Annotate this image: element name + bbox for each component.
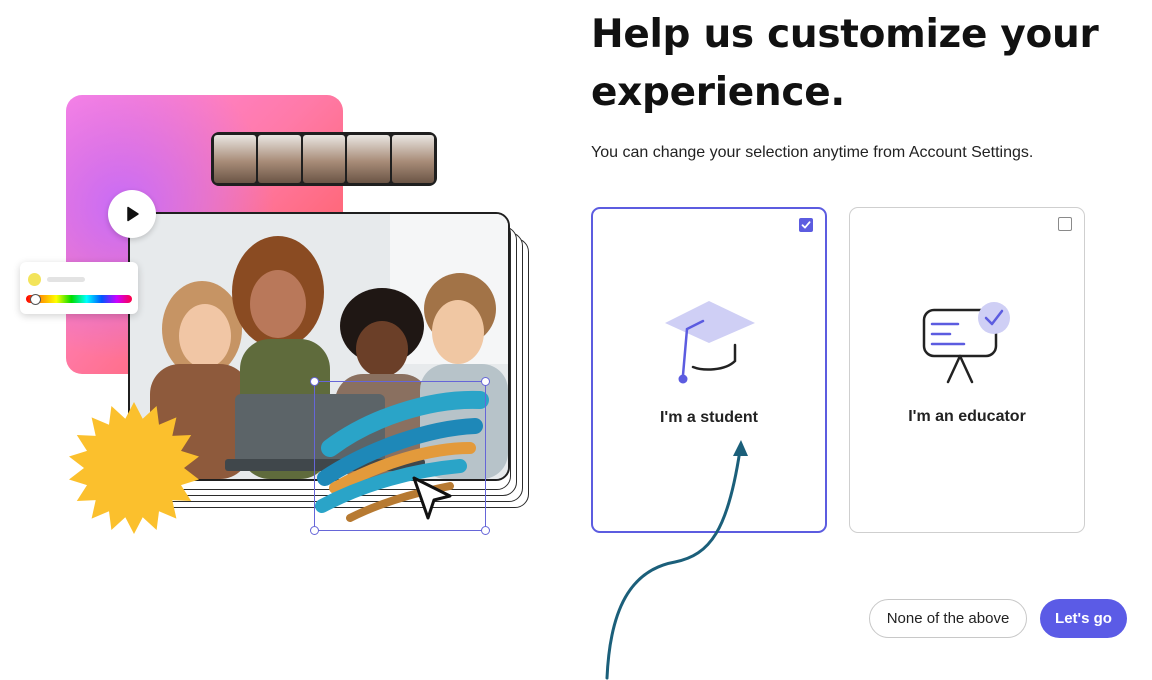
color-picker-widget bbox=[20, 262, 138, 314]
play-icon bbox=[108, 190, 156, 238]
page-title: Help us customize your experience. bbox=[591, 12, 1099, 115]
resize-handle bbox=[481, 377, 490, 386]
page-subtitle: You can change your selection anytime fr… bbox=[591, 144, 1034, 161]
graduation-cap-icon bbox=[665, 301, 755, 384]
resize-handle bbox=[310, 526, 319, 535]
film-frame bbox=[258, 135, 301, 183]
hue-slider bbox=[26, 295, 132, 303]
educator-checkbox[interactable] bbox=[1058, 217, 1072, 231]
student-option-label: I'm a student bbox=[659, 409, 759, 426]
educator-option-card[interactable]: I'm an educator bbox=[849, 207, 1085, 533]
hero-illustration bbox=[0, 0, 560, 560]
annotation-arrow-icon bbox=[605, 440, 748, 680]
resize-handle bbox=[310, 377, 319, 386]
pointer-cursor-icon bbox=[412, 476, 452, 520]
video-filmstrip bbox=[211, 132, 437, 186]
presentation-board-icon bbox=[922, 302, 1010, 384]
checkmark-icon bbox=[801, 221, 811, 229]
hue-slider-knob bbox=[30, 294, 41, 305]
selection-box bbox=[310, 377, 490, 535]
educator-option-label: I'm an educator bbox=[908, 408, 1026, 425]
film-frame bbox=[214, 135, 257, 183]
color-label-placeholder bbox=[47, 277, 85, 282]
resize-handle bbox=[481, 526, 490, 535]
lets-go-button[interactable]: Let's go bbox=[1040, 599, 1127, 638]
film-frame bbox=[302, 135, 346, 183]
onboarding-page: Help us customize your experience. You c… bbox=[0, 0, 1152, 680]
color-swatch bbox=[28, 273, 41, 286]
sunburst-icon bbox=[69, 402, 199, 534]
film-frame bbox=[391, 135, 435, 183]
film-frame bbox=[347, 135, 390, 183]
student-checkbox[interactable] bbox=[799, 218, 813, 232]
none-of-the-above-button[interactable]: None of the above bbox=[869, 599, 1027, 638]
